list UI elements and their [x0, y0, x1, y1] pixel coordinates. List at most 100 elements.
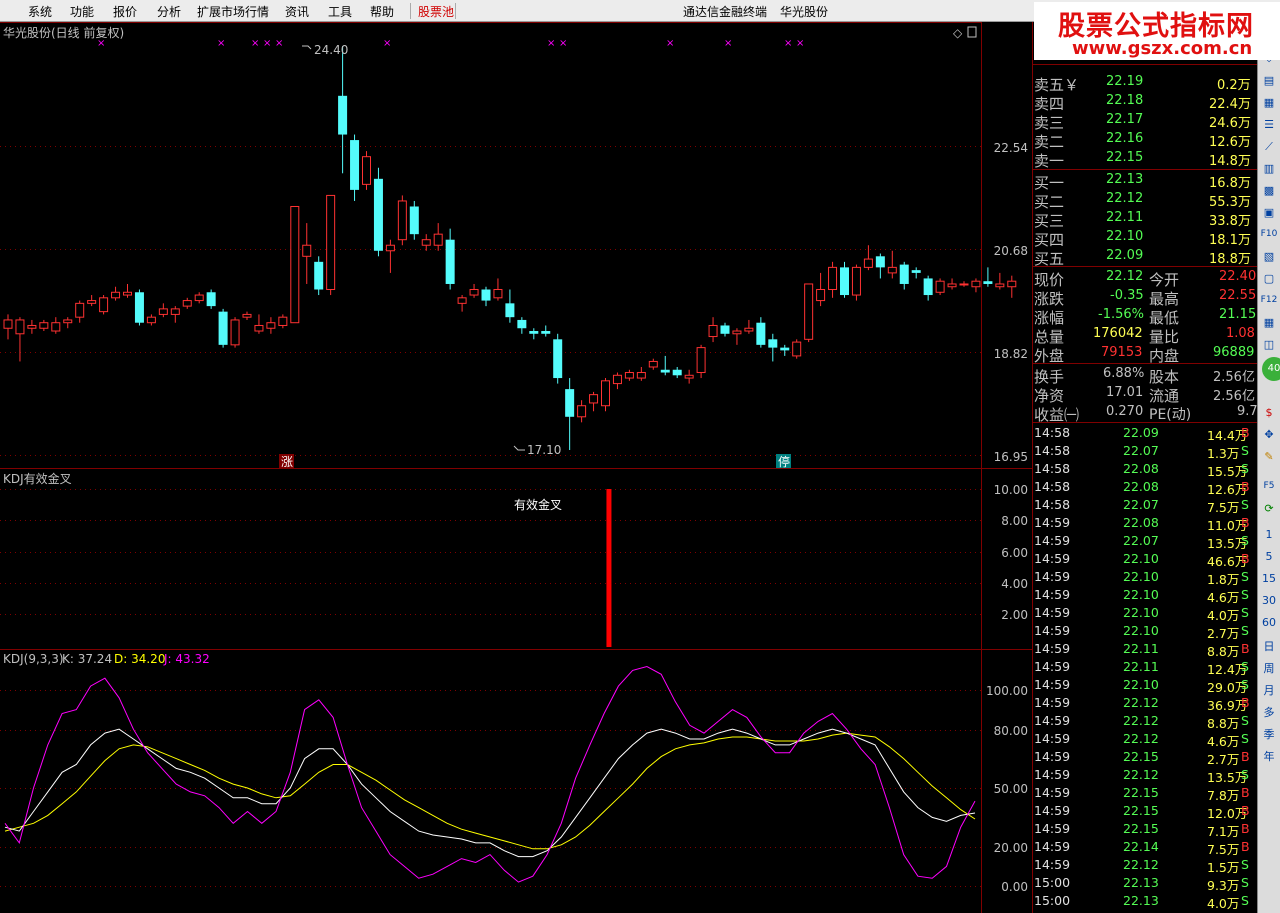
ask-row-2[interactable]: 卖二 22.16 12.6万 [1033, 130, 1257, 151]
pencil-icon[interactable]: ✎ [1260, 448, 1278, 465]
period-5[interactable]: 5 [1260, 548, 1278, 565]
bid-row-3[interactable]: 买三 22.11 33.8万 [1033, 209, 1257, 230]
tick-row[interactable]: 14:59 22.12 8.8万 S [1033, 712, 1257, 731]
candle-body [887, 266, 897, 274]
bid-row-1[interactable]: 买一 22.13 16.8万 [1033, 171, 1257, 192]
tick-row[interactable]: 14:58 22.08 12.6万 B [1033, 478, 1257, 497]
tick-row[interactable]: 14:59 22.10 2.7万 S [1033, 622, 1257, 641]
limit-mark-ting: 停 [776, 454, 791, 469]
restore-icon[interactable]: ◇ [953, 26, 963, 40]
bid-row-2[interactable]: 买二 22.12 55.3万 [1033, 190, 1257, 211]
candle-body [995, 283, 1005, 288]
candle-body [541, 331, 551, 334]
kline-icon[interactable]: ▥ [1260, 160, 1278, 177]
candle-body [409, 206, 419, 235]
tick-row[interactable]: 14:58 22.07 1.3万 S [1033, 442, 1257, 461]
f12-icon[interactable]: F12 [1260, 292, 1278, 309]
move-icon[interactable]: ✥ [1260, 426, 1278, 443]
period-60[interactable]: 60 [1260, 614, 1278, 631]
doc-icon[interactable]: ▧ [1260, 248, 1278, 265]
bid-row-4[interactable]: 买四 22.10 18.1万 [1033, 228, 1257, 249]
candle-body [338, 95, 348, 135]
candle-body [720, 325, 730, 334]
tick-row[interactable]: 14:59 22.12 4.6万 S [1033, 730, 1257, 749]
price-axis-tick: 20.68 [994, 244, 1028, 258]
tick-row[interactable]: 14:58 22.07 7.5万 S [1033, 496, 1257, 515]
tick-row[interactable]: 14:59 22.08 11.0万 B [1033, 514, 1257, 533]
tick-row[interactable]: 14:59 22.10 1.8万 S [1033, 568, 1257, 587]
menu-item[interactable]: 帮助 [370, 3, 394, 20]
menu-item[interactable]: 扩展市场行情 [197, 3, 269, 20]
tick-row[interactable]: 14:59 22.11 8.8万 B [1033, 640, 1257, 659]
menu-item[interactable]: 资讯 [285, 3, 309, 20]
ask-row-5[interactable]: 卖五￥ 22.19 0.2万 [1033, 73, 1257, 94]
chart-area[interactable]: 华光股份(日线 前复权) ◇ KDJ有效金叉 KDJ(9,3,3) K: 37.… [0, 22, 1033, 913]
tick-row[interactable]: 14:59 22.12 13.5万 S [1033, 766, 1257, 785]
menu-item[interactable]: 功能 [70, 3, 94, 20]
tick-row[interactable]: 14:59 22.10 4.6万 S [1033, 586, 1257, 605]
ask-row-1[interactable]: 卖一 22.15 14.8万 [1033, 149, 1257, 170]
table-icon[interactable]: ▦ [1260, 314, 1278, 331]
menu-item[interactable]: 工具 [328, 3, 352, 20]
grid-icon[interactable]: ▦ [1260, 94, 1278, 111]
line-icon[interactable]: ⟋ [1260, 138, 1278, 155]
kdj-axis-tick: 50.00 [994, 782, 1028, 796]
menu-item[interactable]: 系统 [28, 3, 52, 20]
tick-row[interactable]: 14:59 22.15 12.0万 B [1033, 802, 1257, 821]
bars-icon[interactable]: ▩ [1260, 182, 1278, 199]
list-icon[interactable]: ☰ [1260, 116, 1278, 133]
side-toolbar[interactable]: ⇧ ⇩ ▤ ▦ ☰ ⟋ ▥ ▩ ▣ F10 ▧ ▢ F12 ▦ ◫ 40 $ ✥… [1257, 22, 1280, 913]
period-day[interactable]: 日 [1260, 638, 1278, 655]
period-week[interactable]: 周 [1260, 660, 1278, 677]
f10-icon[interactable]: F10 [1260, 226, 1278, 243]
period-1[interactable]: 1 [1260, 526, 1278, 543]
bid-row-5[interactable]: 买五 22.09 18.8万 [1033, 247, 1257, 268]
tick-row[interactable]: 14:59 22.10 29.0万 S [1033, 676, 1257, 695]
candle-body [15, 319, 25, 335]
ask-row-3[interactable]: 卖三 22.17 24.6万 [1033, 111, 1257, 132]
limit-mark-zhang: 涨 [279, 454, 294, 469]
window-icon[interactable]: ▢ [1260, 270, 1278, 287]
watermark: 股票公式指标网 www.gszx.com.cn [1034, 2, 1280, 60]
menu-item[interactable]: 分析 [157, 3, 181, 20]
tick-row[interactable]: 14:59 22.10 4.0万 S [1033, 604, 1257, 623]
tick-row[interactable]: 14:59 22.15 2.7万 B [1033, 748, 1257, 767]
tick-row[interactable]: 14:59 22.07 13.5万 S [1033, 532, 1257, 551]
menu-item[interactable]: 股票池 [418, 3, 454, 20]
tick-row[interactable]: 14:59 22.10 46.6万 B [1033, 550, 1257, 569]
period-30[interactable]: 30 [1260, 592, 1278, 609]
price-axis-tick: 22.54 [994, 141, 1028, 155]
tick-row[interactable]: 14:58 22.09 14.4万 B [1033, 424, 1257, 443]
tick-row[interactable]: 14:59 22.12 36.9万 B [1033, 694, 1257, 713]
menu-item[interactable]: 报价 [113, 3, 137, 20]
tick-row[interactable]: 14:59 22.15 7.8万 B [1033, 784, 1257, 803]
period-season[interactable]: 季 [1260, 726, 1278, 743]
menu-item[interactable]: 华光股份 [780, 3, 828, 20]
tick-row[interactable]: 14:59 22.11 12.4万 S [1033, 658, 1257, 677]
tick-row[interactable]: 14:59 22.14 7.5万 B [1033, 838, 1257, 857]
tick-row[interactable]: 14:59 22.12 1.5万 S [1033, 856, 1257, 875]
candle-body [577, 405, 587, 418]
candle-body [194, 294, 204, 302]
book-icon[interactable]: ▣ [1260, 204, 1278, 221]
refresh-icon[interactable]: ⟳ [1260, 500, 1278, 517]
period-year[interactable]: 年 [1260, 748, 1278, 765]
chart-icon[interactable]: ▤ [1260, 72, 1278, 89]
dollar-icon[interactable]: $ [1260, 404, 1278, 421]
candle-body [421, 239, 431, 246]
tick-row[interactable]: 14:58 22.08 15.5万 S [1033, 460, 1257, 479]
tick-row[interactable]: 14:59 22.15 7.1万 B [1033, 820, 1257, 839]
period-15[interactable]: 15 [1260, 570, 1278, 587]
period-month[interactable]: 月 [1260, 682, 1278, 699]
badge-icon[interactable]: 40 [1262, 357, 1280, 381]
candle-body [696, 347, 706, 374]
signal-axis-tick: 10.00 [994, 483, 1028, 497]
ask-row-4[interactable]: 卖四 22.18 22.4万 [1033, 92, 1257, 113]
period-multi[interactable]: 多 [1260, 704, 1278, 721]
candle-body [732, 330, 742, 335]
tick-row[interactable]: 15:00 22.13 4.0万 S [1033, 892, 1257, 911]
tick-row[interactable]: 15:00 22.13 9.3万 S [1033, 874, 1257, 893]
f5-icon[interactable]: F5 [1260, 478, 1278, 495]
screen-icon[interactable]: ◫ [1260, 336, 1278, 353]
menu-item[interactable]: 通达信金融终端 [683, 3, 767, 20]
